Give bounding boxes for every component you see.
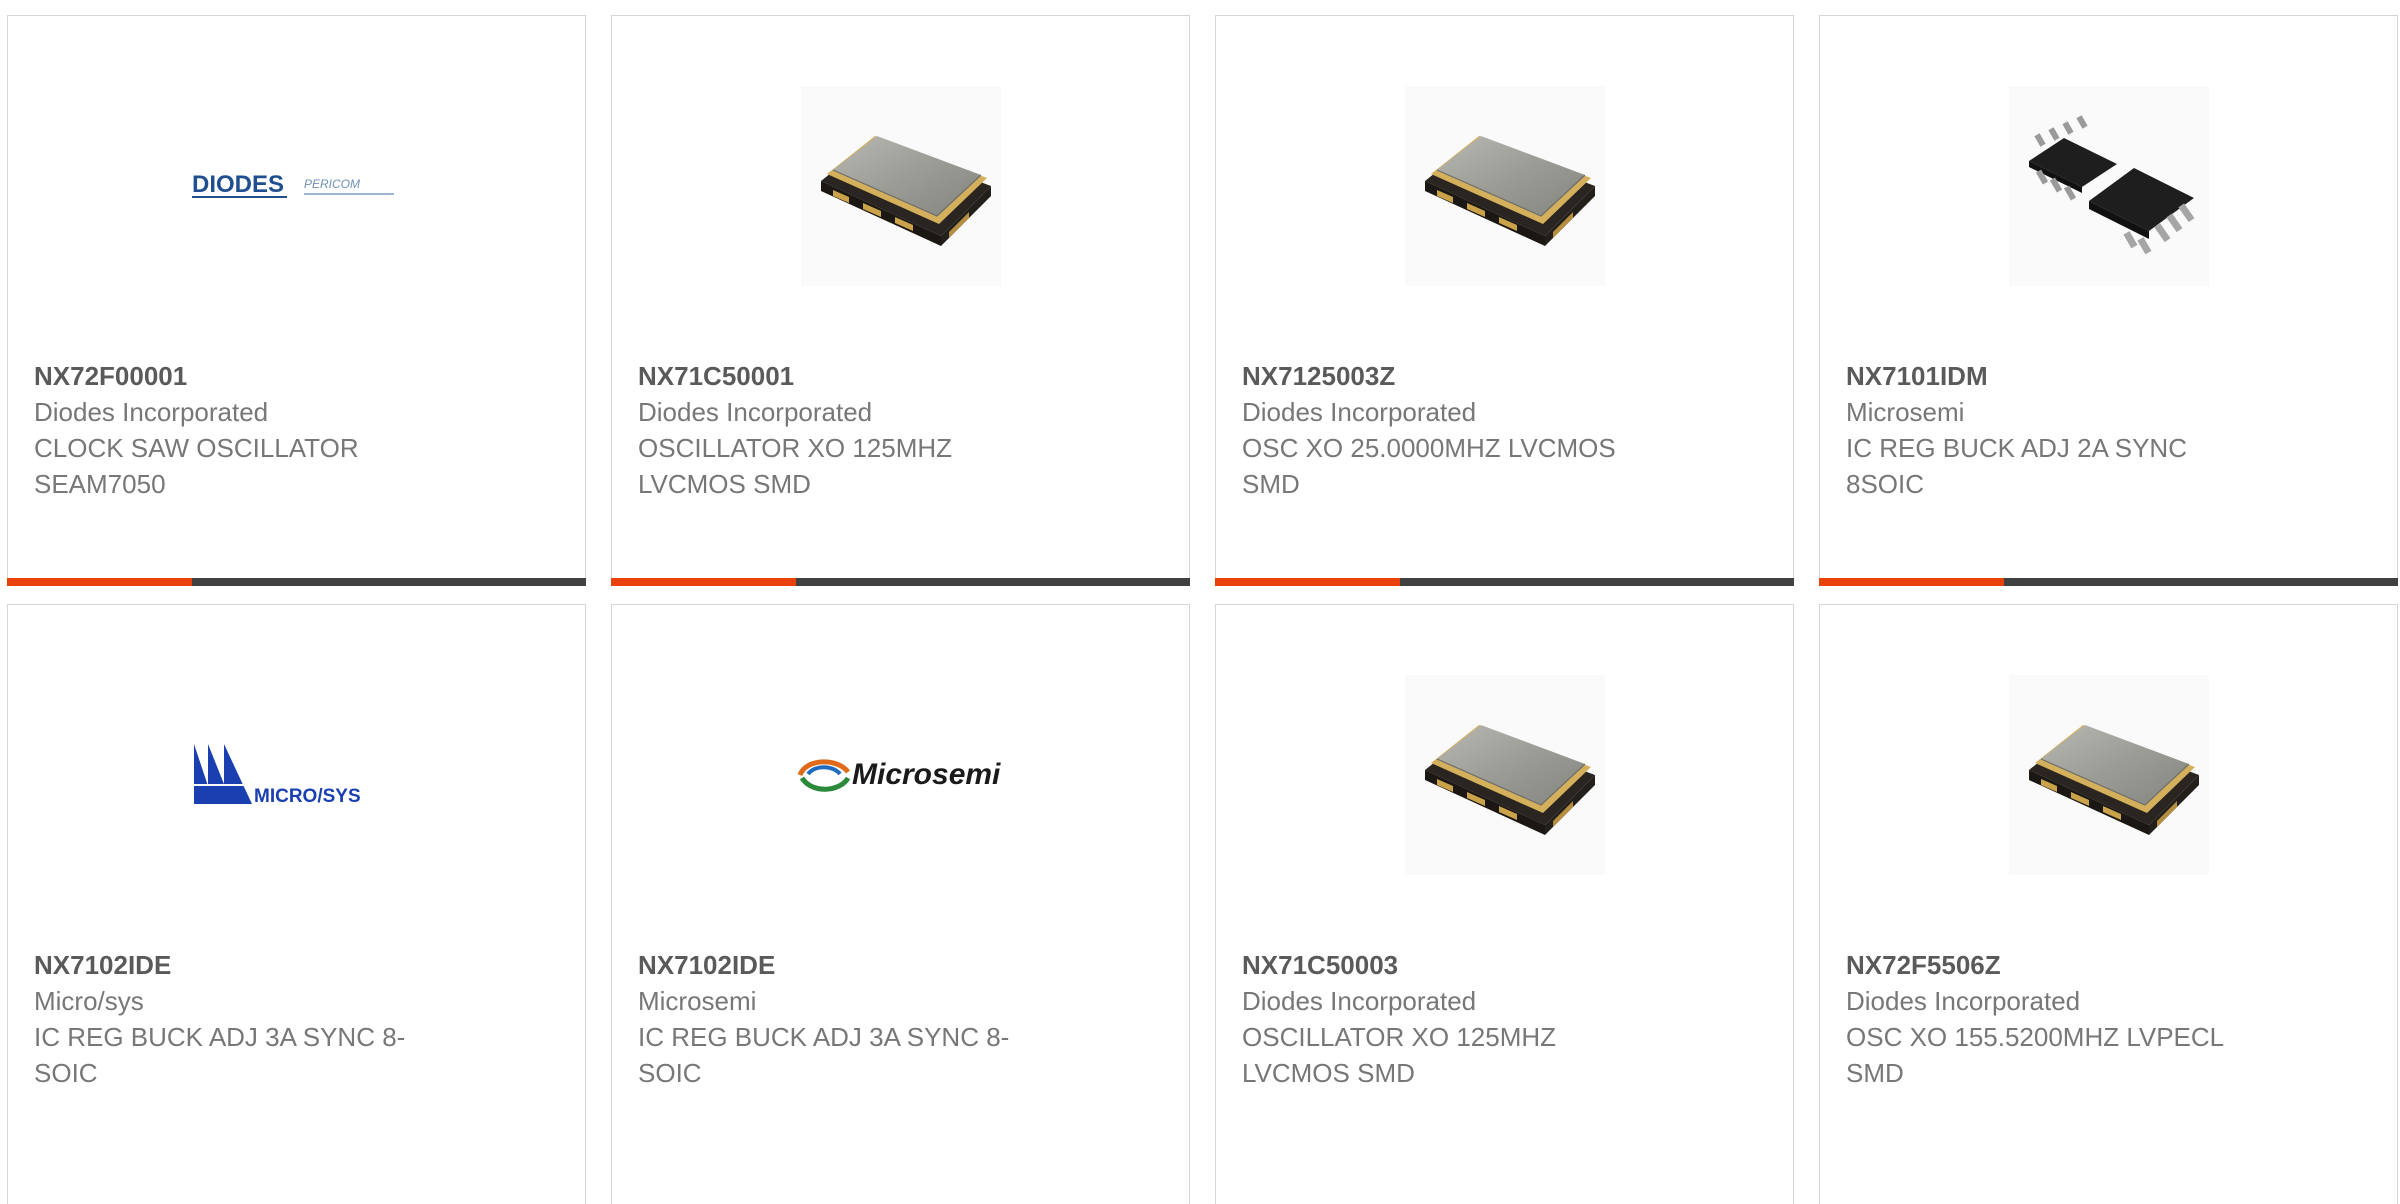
product-image: Microsemi: [612, 675, 1189, 875]
product-image: MICRO/SYS: [8, 675, 585, 875]
product-image: [612, 86, 1189, 286]
manufacturer: Diodes Incorporated: [1846, 986, 2081, 1016]
microsemi-logo-icon: Microsemi: [797, 758, 1001, 792]
part-number: NX72F5506Z: [1846, 950, 2001, 980]
manufacturer: Microsemi: [638, 986, 757, 1016]
part-number: NX7102IDE: [638, 950, 776, 980]
description-line: LVCMOS SMD: [638, 469, 811, 499]
svg-text:DIODES: DIODES: [192, 171, 284, 198]
part-number: NX71C50001: [638, 361, 795, 391]
description-line: OSC XO 155.5200MHZ LVPECL: [1846, 1022, 2225, 1052]
svg-text:PERICOM: PERICOM: [304, 177, 360, 191]
part-number: NX7102IDE: [34, 950, 172, 980]
description-line: OSC XO 25.0000MHZ LVCMOS: [1242, 433, 1616, 463]
manufacturer: Diodes Incorporated: [1242, 986, 1477, 1016]
description-line: LVCMOS SMD: [1242, 1058, 1415, 1088]
oscillator-chip-icon: [1405, 675, 1605, 875]
description-line: CLOCK SAW OSCILLATOR: [34, 433, 359, 463]
progress-fill: [1819, 578, 2005, 586]
oscillator-chip-icon: [2009, 675, 2209, 875]
svg-text:MICRO/SYS: MICRO/SYS: [254, 786, 361, 807]
product-card[interactable]: MICRO/SYS NX7102IDE Micro/sys IC REG BUC…: [7, 604, 586, 1204]
product-card[interactable]: NX7101IDM Microsemi IC REG BUCK ADJ 2A S…: [1819, 15, 2398, 586]
manufacturer: Diodes Incorporated: [34, 397, 269, 427]
manufacturer: Diodes Incorporated: [1242, 397, 1477, 427]
manufacturer: Diodes Incorporated: [638, 397, 873, 427]
description-line: SMD: [1846, 1058, 1904, 1088]
description-line: SOIC: [34, 1058, 98, 1088]
product-image: [1820, 86, 2397, 286]
product-image: [1216, 86, 1793, 286]
progress-fill: [1215, 578, 1401, 586]
microsys-logo-icon: MICRO/SYS: [193, 744, 394, 807]
progress-fill: [611, 578, 797, 586]
description-line: SMD: [1242, 469, 1300, 499]
manufacturer: Microsemi: [1846, 397, 1965, 427]
part-number: NX7101IDM: [1846, 361, 1988, 391]
product-image: DIODES PERICOM: [8, 86, 585, 286]
svg-text:Microsemi: Microsemi: [852, 758, 1001, 791]
description-line: OSCILLATOR XO 125MHZ: [1242, 1022, 1557, 1052]
product-card[interactable]: Microsemi NX7102IDE Microsemi IC REG BUC…: [611, 604, 1190, 1204]
progress-bar: [1819, 578, 2398, 586]
progress-bar: [7, 578, 586, 586]
progress-bar: [611, 578, 1190, 586]
product-grid: DIODES PERICOM NX72F00001 Diodes Incorpo…: [0, 0, 2400, 1204]
product-card[interactable]: DIODES PERICOM NX72F00001 Diodes Incorpo…: [7, 15, 586, 586]
product-card[interactable]: NX72F5506Z Diodes Incorporated OSC XO 15…: [1819, 604, 2398, 1204]
description-line: IC REG BUCK ADJ 3A SYNC 8-: [638, 1022, 1010, 1052]
description-line: IC REG BUCK ADJ 3A SYNC 8-: [34, 1022, 406, 1052]
description-line: OSCILLATOR XO 125MHZ: [638, 433, 953, 463]
part-number: NX71C50003: [1242, 950, 1399, 980]
description-line: SEAM7050: [34, 469, 166, 499]
manufacturer: Micro/sys: [34, 986, 144, 1016]
product-image: [1820, 675, 2397, 875]
progress-fill: [7, 578, 193, 586]
soic-chip-icon: [2009, 86, 2209, 286]
part-number: NX7125003Z: [1242, 361, 1396, 391]
description-line: 8SOIC: [1846, 469, 1925, 499]
progress-bar: [1215, 578, 1794, 586]
description-line: IC REG BUCK ADJ 2A SYNC: [1846, 433, 2187, 463]
product-card[interactable]: NX71C50001 Diodes Incorporated OSCILLATO…: [611, 15, 1190, 586]
description-line: SOIC: [638, 1058, 702, 1088]
product-image: [1216, 675, 1793, 875]
part-number: NX72F00001: [34, 361, 188, 391]
product-card[interactable]: NX71C50003 Diodes Incorporated OSCILLATO…: [1215, 604, 1794, 1204]
oscillator-chip-icon: [1405, 86, 1605, 286]
product-card[interactable]: NX7125003Z Diodes Incorporated OSC XO 25…: [1215, 15, 1794, 586]
oscillator-chip-icon: [801, 86, 1001, 286]
diodes-pericom-logo-icon: DIODES PERICOM: [191, 171, 394, 198]
